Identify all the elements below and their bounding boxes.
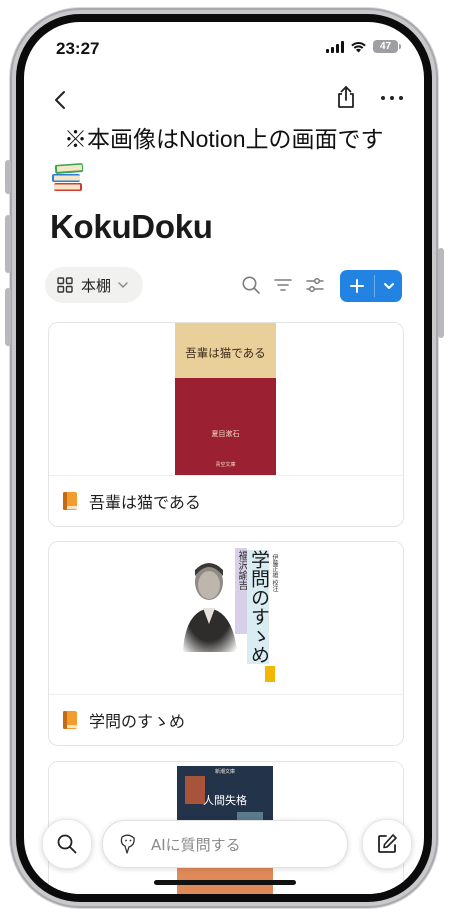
portrait-illustration bbox=[175, 552, 243, 662]
cellular-signal-icon bbox=[326, 40, 344, 53]
cover-label: 新潮文庫 bbox=[214, 769, 235, 775]
compose-icon bbox=[378, 834, 397, 853]
ask-ai-placeholder: AIに質問する bbox=[151, 835, 241, 854]
chevron-down-icon bbox=[118, 282, 128, 288]
orange-book-icon bbox=[63, 492, 77, 510]
new-options-chevron-icon[interactable] bbox=[375, 270, 402, 302]
back-chevron-icon[interactable] bbox=[50, 88, 72, 112]
filter-icon[interactable] bbox=[272, 274, 294, 296]
volume-down-button bbox=[5, 288, 11, 346]
orange-book-icon bbox=[63, 711, 77, 729]
ai-face-icon bbox=[120, 834, 135, 854]
page-title: KokuDoku bbox=[50, 208, 213, 245]
view-label: 本棚 bbox=[81, 276, 112, 295]
book-cover: 吾輩は猫である 夏目漱石 青空文庫 bbox=[49, 323, 403, 476]
view-selector[interactable]: 本棚 bbox=[45, 267, 143, 303]
ask-ai-input[interactable]: AIに質問する bbox=[102, 820, 348, 868]
book-card[interactable]: 福沢諭吉 学問のすゝめ 伊藤正雄 校注 学問のすゝめ bbox=[48, 541, 404, 746]
books-icon bbox=[52, 163, 84, 191]
power-button bbox=[438, 248, 444, 338]
plus-icon[interactable] bbox=[340, 270, 374, 302]
app-screen: 23:27 47 ※本画像はNotion上の画面です KokuDoku 本棚 吾… bbox=[24, 22, 424, 894]
book-title: 吾輩は猫である bbox=[89, 493, 201, 512]
compose-button[interactable] bbox=[362, 819, 412, 869]
cover-title: 人間失格 bbox=[203, 794, 247, 807]
cover-image: 吾輩は猫である 夏目漱石 青空文庫 bbox=[175, 323, 276, 475]
cover-title: 学問のすゝめ bbox=[247, 550, 270, 664]
settings-sliders-icon[interactable] bbox=[304, 274, 326, 296]
cover-author: 福沢諭吉 bbox=[236, 550, 247, 590]
share-icon[interactable] bbox=[334, 84, 358, 110]
publisher-logo bbox=[265, 666, 275, 682]
book-title: 学問のすゝめ bbox=[89, 712, 186, 731]
home-indicator bbox=[154, 880, 296, 885]
grid-icon bbox=[57, 277, 73, 293]
search-icon bbox=[57, 834, 77, 854]
action-button bbox=[5, 160, 11, 194]
cover-publisher: 青空文庫 bbox=[215, 462, 236, 468]
status-icons: 47 bbox=[326, 40, 401, 53]
more-options-icon[interactable] bbox=[378, 88, 406, 108]
volume-up-button bbox=[5, 215, 11, 273]
book-caption: 学問のすゝめ bbox=[49, 695, 403, 745]
book-cover: 福沢諭吉 学問のすゝめ 伊藤正雄 校注 bbox=[49, 542, 403, 695]
battery-level: 47 bbox=[373, 40, 401, 53]
cover-author: 夏目漱石 bbox=[211, 430, 240, 438]
new-item-button[interactable] bbox=[340, 270, 402, 302]
search-icon[interactable] bbox=[240, 274, 262, 296]
book-caption: 吾輩は猫である bbox=[49, 476, 403, 526]
cover-title: 吾輩は猫である bbox=[185, 346, 266, 360]
book-card[interactable]: 吾輩は猫である 夏目漱石 青空文庫 吾輩は猫である bbox=[48, 322, 404, 527]
status-time: 23:27 bbox=[56, 39, 100, 58]
cover-image: 福沢諭吉 学問のすゝめ 伊藤正雄 校注 bbox=[175, 548, 279, 690]
search-button[interactable] bbox=[42, 819, 92, 869]
wifi-icon bbox=[351, 41, 366, 52]
cover-translator: 伊藤正雄 校注 bbox=[271, 554, 278, 592]
screenshot-note: ※本画像はNotion上の画面です bbox=[64, 126, 384, 152]
